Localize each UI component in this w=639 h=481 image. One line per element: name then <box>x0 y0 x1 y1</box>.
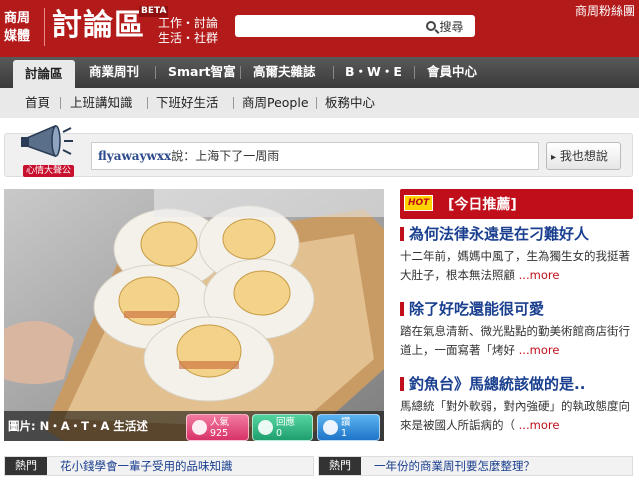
hot-topic-bar: 熱門 花小錢學會一輩子受用的品味知識 <box>4 456 314 476</box>
brand-line-2: 媒體 <box>4 29 31 44</box>
more-link[interactable]: ...more <box>519 343 560 357</box>
subnav-separator <box>147 97 148 109</box>
excerpt-text: 踏在氣息清新、微光點點的勤美術館商店街行道上，一面寫著「烤好 <box>400 324 630 357</box>
nav-separator <box>155 66 156 79</box>
caption-bar: 圖片: N・A・T・A 生活述 人氣 925 回應 0 讚 1 <box>4 411 384 441</box>
nav-member[interactable]: 會員中心 <box>427 57 477 88</box>
subnav-home[interactable]: 首頁 <box>25 88 50 118</box>
article-excerpt: 踏在氣息清新、微光點點的勤美術館商店街行道上，一面寫著「烤好 ...more <box>400 322 633 360</box>
recommend-article: 除了好吃還能很可愛 踏在氣息清新、微光點點的勤美術館商店街行道上，一面寫著「烤好… <box>400 299 633 360</box>
site-header: 商周 媒體 討論區 BETA 工作・討論 生活・社群 搜尋 商周粉絲團 <box>0 0 639 57</box>
excerpt-text: 十二年前，媽媽中風了，生為獨生女的我挺著大肚子，根本無法照顧 <box>400 249 630 282</box>
nav-bwe[interactable]: B・W・E <box>345 57 402 88</box>
popularity-count: 925 <box>210 428 229 439</box>
fan-page-link[interactable]: 商周粉絲團 <box>575 2 635 19</box>
reply-count: 0 <box>276 428 283 439</box>
hot-topic-link[interactable]: 花小錢學會一輩子受用的品味知識 <box>60 457 233 475</box>
popularity-button[interactable]: 人氣 925 <box>186 414 249 441</box>
site-title[interactable]: 討論區 <box>52 6 145 46</box>
tagline-line-2: 生活・社群 <box>158 31 219 45</box>
hot-topic-bar: 熱門 一年份的商業周刊要怎麼整理？ <box>318 456 633 476</box>
featured-photo[interactable]: 圖片: N・A・T・A 生活述 人氣 925 回應 0 讚 1 <box>4 189 384 441</box>
speech-bubble-icon <box>258 420 273 435</box>
subnav-separator <box>316 97 317 109</box>
brand-logo[interactable]: 商周 媒體 <box>4 10 40 46</box>
reply-button[interactable]: 回應 0 <box>252 414 313 441</box>
say-something-button[interactable]: ▸ 我也想說 <box>546 142 621 170</box>
sub-nav: 首頁 上班講知識 下班好生活 商周People 板務中心 <box>0 88 639 118</box>
recommend-article: 釣魚台》馬總統該做的是.. 馬總統「對外軟弱，對內強硬」的執政態度向來是被國人所… <box>400 374 633 435</box>
more-link[interactable]: ...more <box>519 268 560 282</box>
megaphone-icon <box>21 124 73 158</box>
article-title: 釣魚台》馬總統該做的是.. <box>409 375 586 393</box>
subnav-separator <box>233 97 234 109</box>
article-title: 除了好吃還能很可愛 <box>409 300 545 318</box>
bullet-marker <box>400 227 404 241</box>
hot-label: 熱門 <box>5 457 47 475</box>
search-input[interactable]: 搜尋 <box>235 15 475 37</box>
subnav-admin[interactable]: 板務中心 <box>325 88 375 118</box>
hot-label: 熱門 <box>319 457 361 475</box>
thumbs-up-icon <box>323 420 338 435</box>
main-nav: 討論區 商業周刊 Smart智富 高爾夫雜誌 B・W・E 會員中心 <box>0 57 639 88</box>
nav-smart[interactable]: Smart智富 <box>168 57 236 88</box>
logo-divider <box>44 8 45 46</box>
article-title: 為何法律永遠是在刁難好人 <box>409 225 590 243</box>
nav-golf[interactable]: 高爾夫雜誌 <box>253 57 316 88</box>
today-recommend-panel: HOT [今日推薦] 為何法律永遠是在刁難好人 十二年前，媽媽中風了，生為獨生女… <box>400 189 633 439</box>
shout-said: 說： <box>171 149 196 163</box>
article-title-link[interactable]: 為何法律永遠是在刁難好人 <box>400 224 633 244</box>
nav-separator <box>414 66 415 79</box>
shout-message: flyawaywxx說：上海下了一周雨 <box>91 142 539 170</box>
heart-target-icon <box>192 420 207 435</box>
recommend-title: [今日推薦] <box>448 197 517 213</box>
article-excerpt: 馬總統「對外軟弱，對內強硬」的執政態度向來是被國人所詬病的（ ...more <box>400 397 633 435</box>
brand-line-1: 商周 <box>4 11 31 26</box>
arrow-right-icon: ▸ <box>551 152 557 163</box>
search-button[interactable]: 搜尋 <box>417 17 473 35</box>
shout-label: 心情大聲公 <box>23 165 75 177</box>
bullet-marker <box>400 302 404 316</box>
bullet-marker <box>400 377 404 391</box>
excerpt-text: 馬總統「對外軟弱，對內強硬」的執政態度向來是被國人所詬病的（ <box>400 399 630 432</box>
nav-separator <box>333 66 334 79</box>
subnav-life[interactable]: 下班好生活 <box>156 88 219 118</box>
article-title-link[interactable]: 除了好吃還能很可愛 <box>400 299 633 319</box>
article-excerpt: 十二年前，媽媽中風了，生為獨生女的我挺著大肚子，根本無法照顧 ...more <box>400 247 633 285</box>
nav-separator <box>240 66 241 79</box>
like-button[interactable]: 讚 1 <box>317 414 380 441</box>
popularity-label: 人氣 <box>210 417 230 428</box>
article-title-link[interactable]: 釣魚台》馬總統該做的是.. <box>400 374 633 394</box>
recommend-header: HOT [今日推薦] <box>400 189 633 219</box>
like-label: 讚 <box>341 417 351 428</box>
nav-forum[interactable]: 討論區 <box>13 60 75 88</box>
search-icon <box>426 21 437 31</box>
subnav-people[interactable]: 商周People <box>242 88 309 118</box>
shout-username[interactable]: flyawaywxx <box>98 149 171 163</box>
tagline: 工作・討論 生活・社群 <box>158 16 238 46</box>
more-link[interactable]: ...more <box>519 418 560 432</box>
recommend-article: 為何法律永遠是在刁難好人 十二年前，媽媽中風了，生為獨生女的我挺著大肚子，根本無… <box>400 224 633 285</box>
featured-photo-image <box>4 189 384 441</box>
search-button-label: 搜尋 <box>439 19 464 34</box>
photo-caption: 圖片: N・A・T・A 生活述 <box>8 419 148 433</box>
hot-badge: HOT <box>404 195 434 211</box>
like-count: 1 <box>341 428 348 439</box>
subnav-separator <box>60 97 61 109</box>
shout-text: 上海下了一周雨 <box>195 149 280 163</box>
hot-topic-link[interactable]: 一年份的商業周刊要怎麼整理？ <box>374 457 535 475</box>
say-button-label: 我也想說 <box>559 149 608 163</box>
reply-label: 回應 <box>276 417 296 428</box>
subnav-work[interactable]: 上班講知識 <box>70 88 133 118</box>
shout-box: 心情大聲公 flyawaywxx說：上海下了一周雨 ▸ 我也想說 <box>4 124 633 177</box>
nav-business-weekly[interactable]: 商業周刊 <box>89 57 139 88</box>
tagline-line-1: 工作・討論 <box>158 16 219 30</box>
